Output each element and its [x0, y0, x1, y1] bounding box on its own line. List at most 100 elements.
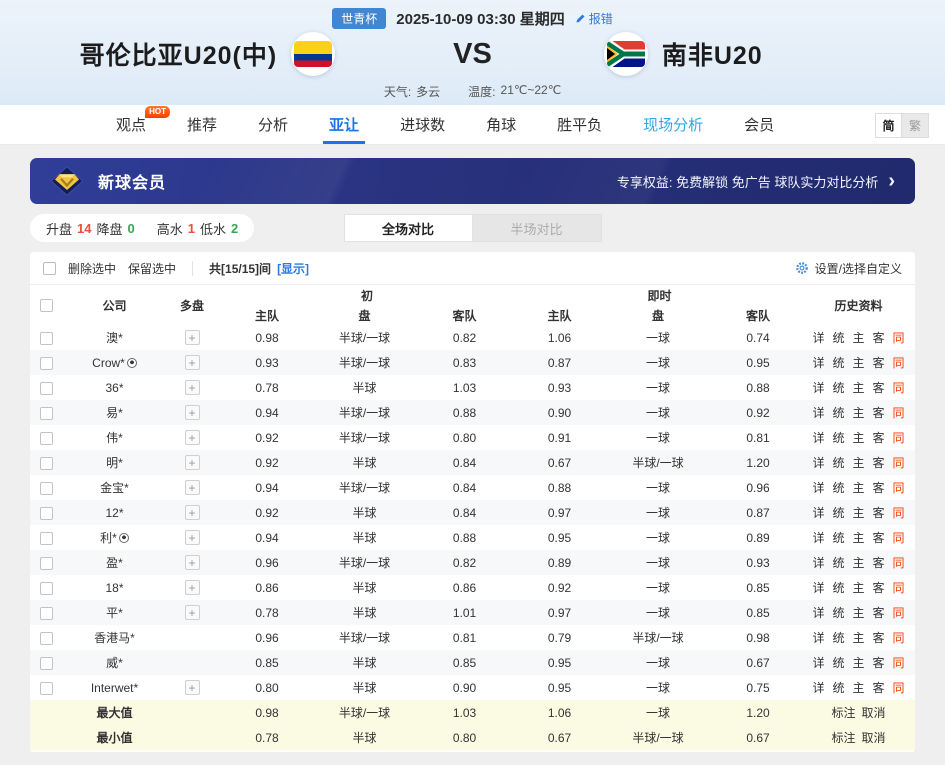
summary-action-2[interactable]: 取消 [862, 706, 886, 720]
tab-3[interactable]: 分析 [258, 105, 288, 144]
history-link-1[interactable]: 详 [812, 631, 824, 645]
tab-4[interactable]: 亚让 [329, 105, 359, 144]
company-name[interactable]: 金宝* [100, 481, 129, 495]
history-link-4[interactable]: 客 [873, 456, 885, 470]
tab-9[interactable]: 会员 [744, 105, 774, 144]
tab-8[interactable]: 现场分析 [643, 105, 703, 144]
history-link-5[interactable]: 同 [893, 556, 905, 570]
history-link-2[interactable]: 统 [832, 581, 844, 595]
expand-multi-odds-button[interactable]: + [185, 355, 200, 370]
history-link-1[interactable]: 详 [812, 606, 824, 620]
company-name[interactable]: 利* [100, 531, 117, 545]
delete-selected-button[interactable]: 删除选中 [68, 260, 116, 277]
history-link-3[interactable]: 主 [853, 531, 865, 545]
settings-button[interactable]: 设置/选择自定义 [795, 260, 902, 277]
history-link-1[interactable]: 详 [812, 356, 824, 370]
history-link-5[interactable]: 同 [893, 456, 905, 470]
company-name[interactable]: 易* [106, 406, 123, 420]
row-checkbox[interactable] [40, 332, 53, 345]
tab-2[interactable]: 推荐 [187, 105, 217, 144]
history-link-3[interactable]: 主 [853, 631, 865, 645]
expand-multi-odds-button[interactable]: + [185, 380, 200, 395]
history-link-5[interactable]: 同 [893, 481, 905, 495]
history-link-5[interactable]: 同 [893, 606, 905, 620]
tab-5[interactable]: 进球数 [400, 105, 445, 144]
history-link-5[interactable]: 同 [893, 431, 905, 445]
history-link-5[interactable]: 同 [893, 656, 905, 670]
expand-multi-odds-button[interactable]: + [185, 505, 200, 520]
history-link-5[interactable]: 同 [893, 581, 905, 595]
history-link-1[interactable]: 详 [812, 431, 824, 445]
show-link[interactable]: [显示] [277, 260, 309, 277]
history-link-5[interactable]: 同 [893, 356, 905, 370]
history-link-5[interactable]: 同 [893, 681, 905, 695]
vip-benefits-link[interactable]: 专享权益: 免费解锁 免广告 球队实力对比分析 › [617, 171, 895, 191]
select-all-checkbox[interactable] [40, 299, 53, 312]
full-match-toggle[interactable]: 全场对比 [344, 214, 473, 242]
toolbar-checkbox[interactable] [43, 262, 56, 275]
vip-member-banner[interactable]: 新球会员 专享权益: 免费解锁 免广告 球队实力对比分析 › [30, 158, 915, 204]
row-checkbox[interactable] [40, 482, 53, 495]
company-name[interactable]: 盈* [106, 556, 123, 570]
history-link-2[interactable]: 统 [832, 431, 844, 445]
history-link-5[interactable]: 同 [893, 331, 905, 345]
history-link-4[interactable]: 客 [873, 506, 885, 520]
history-link-2[interactable]: 统 [832, 331, 844, 345]
history-link-4[interactable]: 客 [873, 531, 885, 545]
company-name[interactable]: 澳* [106, 331, 123, 345]
history-link-4[interactable]: 客 [873, 606, 885, 620]
row-checkbox[interactable] [40, 582, 53, 595]
history-link-3[interactable]: 主 [853, 431, 865, 445]
history-link-2[interactable]: 统 [832, 606, 844, 620]
history-link-2[interactable]: 统 [832, 406, 844, 420]
report-error-link[interactable]: 报错 [575, 10, 613, 27]
history-link-1[interactable]: 详 [812, 456, 824, 470]
tab-7[interactable]: 胜平负 [557, 105, 602, 144]
row-checkbox[interactable] [40, 532, 53, 545]
expand-multi-odds-button[interactable]: + [185, 405, 200, 420]
row-checkbox[interactable] [40, 357, 53, 370]
history-link-2[interactable]: 统 [832, 656, 844, 670]
history-link-4[interactable]: 客 [873, 381, 885, 395]
history-link-2[interactable]: 统 [832, 506, 844, 520]
expand-multi-odds-button[interactable]: + [185, 430, 200, 445]
history-link-3[interactable]: 主 [853, 381, 865, 395]
history-link-3[interactable]: 主 [853, 581, 865, 595]
row-checkbox[interactable] [40, 632, 53, 645]
row-checkbox[interactable] [40, 382, 53, 395]
history-link-2[interactable]: 统 [832, 456, 844, 470]
company-name[interactable]: Interwet* [91, 681, 138, 695]
row-checkbox[interactable] [40, 407, 53, 420]
history-link-5[interactable]: 同 [893, 406, 905, 420]
row-checkbox[interactable] [40, 432, 53, 445]
history-link-5[interactable]: 同 [893, 531, 905, 545]
history-link-4[interactable]: 客 [873, 631, 885, 645]
expand-multi-odds-button[interactable]: + [185, 580, 200, 595]
history-link-4[interactable]: 客 [873, 556, 885, 570]
history-link-2[interactable]: 统 [832, 356, 844, 370]
history-link-2[interactable]: 统 [832, 681, 844, 695]
company-name[interactable]: 18* [105, 581, 123, 595]
keep-selected-button[interactable]: 保留选中 [128, 260, 176, 277]
lang-traditional-button[interactable]: 繁 [902, 113, 929, 138]
expand-multi-odds-button[interactable]: + [185, 605, 200, 620]
expand-multi-odds-button[interactable]: + [185, 330, 200, 345]
history-link-2[interactable]: 统 [832, 381, 844, 395]
row-checkbox[interactable] [40, 457, 53, 470]
history-link-3[interactable]: 主 [853, 681, 865, 695]
expand-multi-odds-button[interactable]: + [185, 555, 200, 570]
history-link-3[interactable]: 主 [853, 506, 865, 520]
history-link-3[interactable]: 主 [853, 656, 865, 670]
history-link-3[interactable]: 主 [853, 606, 865, 620]
history-link-3[interactable]: 主 [853, 356, 865, 370]
history-link-1[interactable]: 详 [812, 581, 824, 595]
history-link-1[interactable]: 详 [812, 506, 824, 520]
expand-multi-odds-button[interactable]: + [185, 680, 200, 695]
history-link-5[interactable]: 同 [893, 381, 905, 395]
company-name[interactable]: 伟* [106, 431, 123, 445]
lang-simplified-button[interactable]: 简 [875, 113, 902, 138]
summary-action-1[interactable]: 标注 [832, 706, 856, 720]
row-checkbox[interactable] [40, 507, 53, 520]
history-link-2[interactable]: 统 [832, 556, 844, 570]
history-link-1[interactable]: 详 [812, 406, 824, 420]
